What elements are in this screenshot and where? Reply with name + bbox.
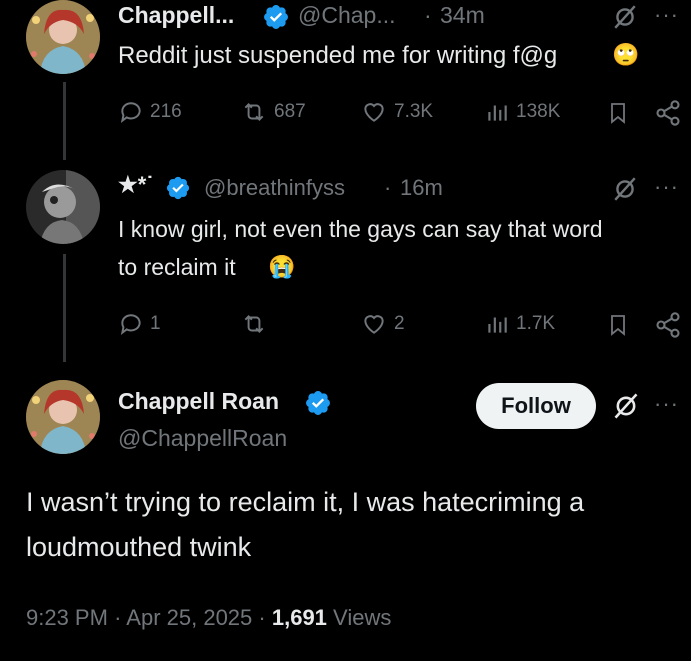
tweet-time[interactable]: 9:23 PM <box>26 605 108 630</box>
analytics-icon <box>488 105 507 121</box>
views-count[interactable]: 1,691 <box>272 605 327 630</box>
tweet2-author-name[interactable]: ★*˙ <box>118 172 154 198</box>
reply-icon <box>120 102 141 123</box>
verified-badge-icon <box>165 175 191 206</box>
main-handle[interactable]: @ChappellRoan <box>118 425 287 452</box>
tweet2-text-line1: I know girl, not even the gays can say t… <box>118 216 603 242</box>
bookmark-icon[interactable] <box>606 99 630 132</box>
retweet-icon <box>244 315 264 333</box>
more-options-icon[interactable]: ··· <box>654 391 679 417</box>
reply-count: 1 <box>150 313 161 334</box>
main-author-name[interactable]: Chappell Roan <box>118 388 279 415</box>
heart-icon <box>364 315 384 334</box>
verified-badge-icon <box>304 389 332 422</box>
meta-separator: · <box>114 605 122 630</box>
retweet-button[interactable] <box>240 311 268 337</box>
views-button[interactable]: 138K <box>484 99 560 125</box>
avatar[interactable] <box>26 380 100 454</box>
reply-icon <box>120 314 141 335</box>
main-tweet-text-line2: loudmouthed twink <box>26 532 252 562</box>
more-options-icon[interactable]: ··· <box>654 2 679 28</box>
tweet2-handle[interactable]: @breathinfyss <box>204 175 345 201</box>
grok-icon[interactable] <box>612 4 638 35</box>
tweet1-author-name[interactable]: Chappell... <box>118 2 234 29</box>
tweet1-handle[interactable]: @Chap... <box>298 2 396 29</box>
tweet1-emoji: 🙄 <box>612 42 640 67</box>
share-icon[interactable] <box>654 99 682 132</box>
like-count: 7.3K <box>394 101 434 122</box>
thread-line-2 <box>63 254 66 362</box>
tweet2-separator: · <box>384 175 392 200</box>
reply-button[interactable]: 1 <box>118 311 161 337</box>
reply-count: 216 <box>150 101 182 122</box>
tweet1-timestamp[interactable]: 34m <box>440 2 485 29</box>
tweet2-timestamp[interactable]: 16m <box>400 175 443 201</box>
grok-icon[interactable] <box>612 176 638 207</box>
more-options-icon[interactable]: ··· <box>654 174 679 200</box>
tweet1-separator: · <box>424 2 432 28</box>
heart-icon <box>364 103 384 122</box>
like-count: 2 <box>394 313 405 334</box>
bookmark-icon[interactable] <box>606 311 630 344</box>
follow-button[interactable]: Follow <box>476 383 596 429</box>
tweet2-emoji: 😭 <box>268 254 296 279</box>
view-count: 1.7K <box>516 313 556 334</box>
meta-separator: · <box>258 605 266 630</box>
retweet-count: 687 <box>274 101 306 122</box>
like-button[interactable]: 2 <box>360 311 405 337</box>
avatar[interactable] <box>26 170 100 244</box>
views-button[interactable]: 1.7K <box>484 311 555 337</box>
grok-icon[interactable] <box>612 392 640 425</box>
views-label: Views <box>333 605 392 630</box>
tweet-meta: 9:23 PM · Apr 25, 2025 · 1,691 Views <box>26 605 391 631</box>
verified-badge-icon <box>262 3 290 36</box>
retweet-icon <box>244 103 264 121</box>
tweet2-text-line2: to reclaim it <box>118 254 236 280</box>
like-button[interactable]: 7.3K <box>360 99 433 125</box>
tweet1-text: Reddit just suspended me for writing f@g <box>118 42 558 69</box>
main-tweet-text-line1: I wasn’t trying to reclaim it, I was hat… <box>26 487 585 517</box>
reply-button[interactable]: 216 <box>118 99 182 125</box>
tweet-date[interactable]: Apr 25, 2025 <box>126 605 252 630</box>
avatar[interactable] <box>26 0 100 74</box>
thread-line-1 <box>63 82 66 160</box>
view-count: 138K <box>516 101 561 122</box>
retweet-button[interactable]: 687 <box>240 99 306 125</box>
analytics-icon <box>488 317 507 333</box>
share-icon[interactable] <box>654 311 682 344</box>
